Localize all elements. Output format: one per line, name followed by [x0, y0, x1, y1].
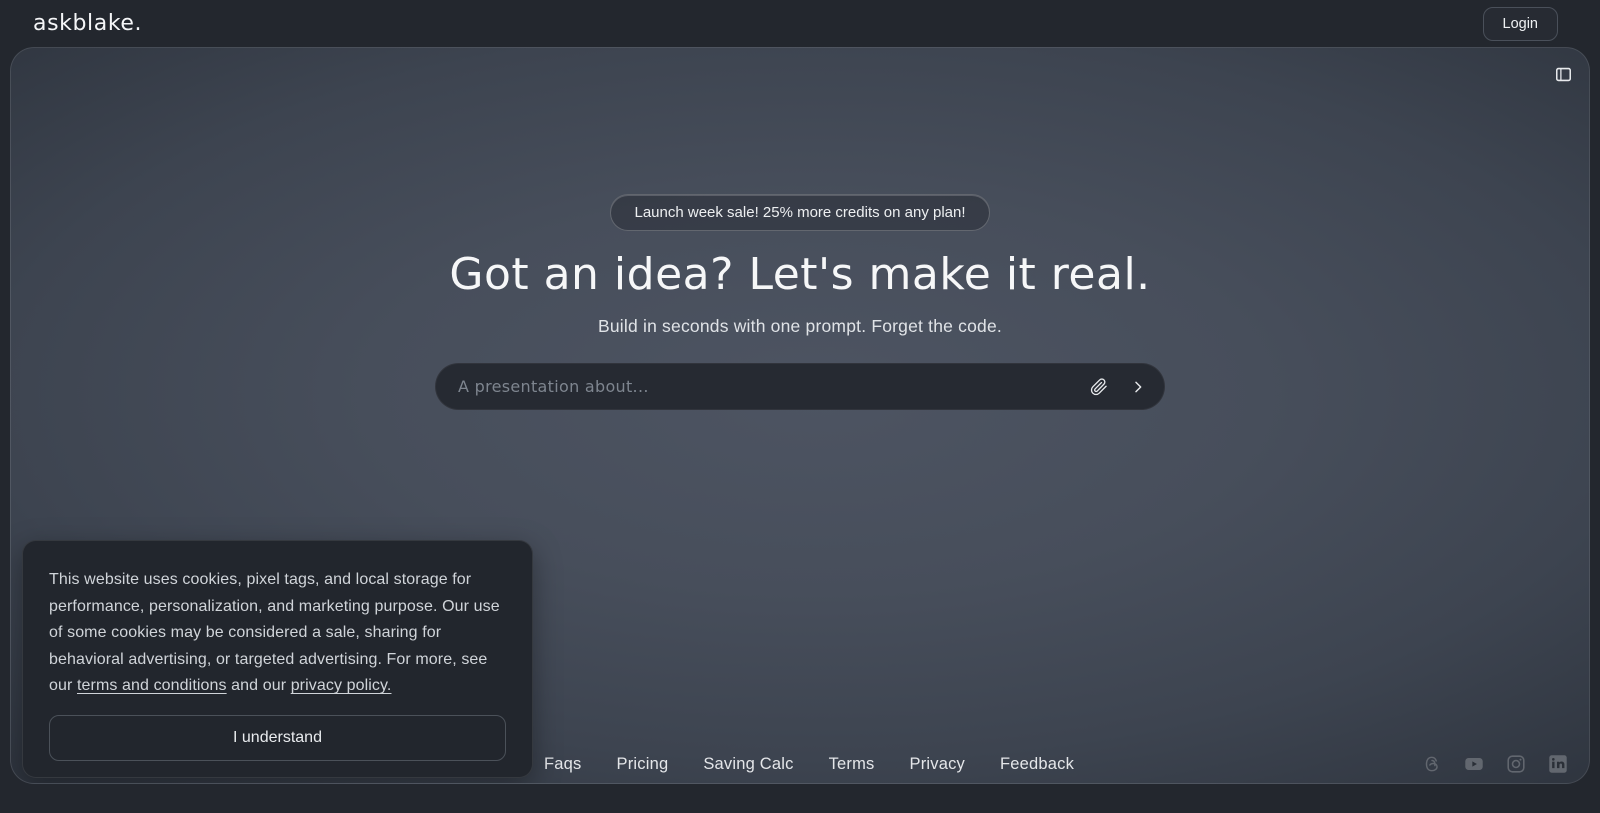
footer-link-saving-calc[interactable]: Saving Calc: [703, 755, 793, 774]
submit-button[interactable]: [1126, 375, 1150, 399]
cookie-text-part1: This website uses cookies, pixel tags, a…: [49, 571, 500, 694]
linkedin-link[interactable]: [1547, 753, 1569, 775]
prompt-input[interactable]: [456, 376, 1086, 397]
terms-and-conditions-link[interactable]: terms and conditions: [77, 677, 227, 694]
threads-icon: [1421, 753, 1443, 775]
footer-link-feedback[interactable]: Feedback: [1000, 755, 1074, 774]
footer-link-pricing[interactable]: Pricing: [616, 755, 668, 774]
linkedin-icon: [1547, 753, 1569, 775]
accept-cookies-button[interactable]: I understand: [49, 715, 506, 761]
youtube-link[interactable]: [1463, 753, 1485, 775]
attach-button[interactable]: [1086, 374, 1112, 400]
panel-left-icon: [1554, 65, 1573, 84]
social-links: [1421, 753, 1569, 775]
instagram-icon: [1505, 753, 1527, 775]
privacy-policy-link[interactable]: privacy policy.: [291, 677, 392, 694]
hero-subtitle: Build in seconds with one prompt. Forget…: [598, 316, 1002, 337]
main-panel: Launch week sale! 25% more credits on an…: [10, 47, 1590, 784]
login-button[interactable]: Login: [1483, 7, 1558, 41]
topbar: askblake. Login: [0, 0, 1600, 47]
footer-link-faqs[interactable]: Faqs: [544, 755, 581, 774]
chevron-right-icon: [1130, 379, 1146, 395]
prompt-bar: [435, 363, 1165, 410]
hero-title: Got an idea? Let's make it real.: [449, 249, 1150, 300]
hero: Launch week sale! 25% more credits on an…: [11, 194, 1589, 410]
threads-link[interactable]: [1421, 753, 1443, 775]
promo-badge: Launch week sale! 25% more credits on an…: [610, 194, 989, 231]
cookie-banner: This website uses cookies, pixel tags, a…: [22, 540, 533, 778]
instagram-link[interactable]: [1505, 753, 1527, 775]
panel-toggle-button[interactable]: [1550, 61, 1576, 87]
paperclip-icon: [1090, 378, 1108, 396]
cookie-text: This website uses cookies, pixel tags, a…: [49, 567, 506, 700]
footer-link-privacy[interactable]: Privacy: [910, 755, 966, 774]
footer-link-terms[interactable]: Terms: [829, 755, 875, 774]
youtube-icon: [1463, 753, 1485, 775]
logo[interactable]: askblake.: [33, 11, 142, 36]
cookie-text-part2: and our: [227, 677, 291, 694]
footer-links: Faqs Pricing Saving Calc Terms Privacy F…: [544, 755, 1074, 774]
